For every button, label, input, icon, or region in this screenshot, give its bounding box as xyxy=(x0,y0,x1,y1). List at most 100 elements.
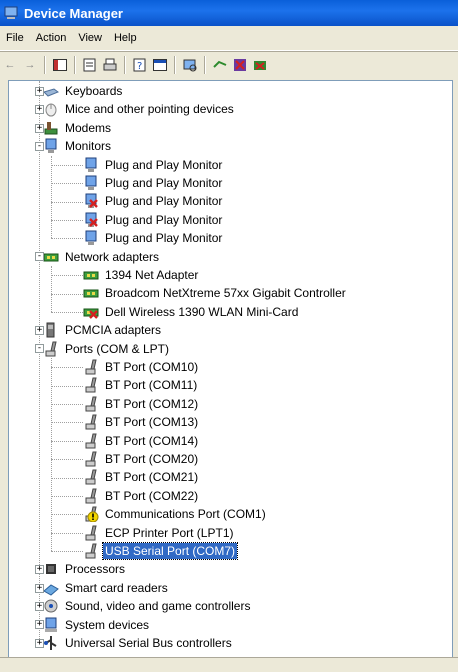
tree-item-pcmcia-adapters[interactable]: PCMCIA adapters xyxy=(43,321,163,339)
menu-file[interactable]: File xyxy=(0,32,30,44)
port-icon xyxy=(83,525,99,541)
tree-connector xyxy=(51,220,83,221)
tree-item-label: BT Port (COM11) xyxy=(105,378,198,393)
print-icon[interactable] xyxy=(102,57,118,73)
tree-item-modems[interactable]: Modems xyxy=(43,119,113,137)
tree-item-label: PCMCIA adapters xyxy=(65,323,162,338)
tree-item-plug-and-play-monitor[interactable]: Plug and Play Monitor xyxy=(83,211,224,229)
tree-item-keyboards[interactable]: Keyboards xyxy=(43,82,124,100)
expand-icon[interactable]: + xyxy=(35,638,44,648)
tree-item-bt-port-com10[interactable]: BT Port (COM10) xyxy=(83,358,200,376)
tree-connector xyxy=(51,183,83,185)
tree-item-1394-net-adapter[interactable]: 1394 Net Adapter xyxy=(83,266,200,284)
port-icon xyxy=(83,377,99,393)
tree-item-bt-port-com12[interactable]: BT Port (COM12) xyxy=(83,395,200,413)
tree-item-smart-card-readers[interactable]: Smart card readers xyxy=(43,579,170,597)
toolbar: ← → ? xyxy=(0,52,458,78)
title-bar[interactable]: Device Manager xyxy=(0,0,458,26)
tree-item-ports-com-lpt[interactable]: Ports (COM & LPT) xyxy=(43,340,171,358)
forward-arrow-icon[interactable]: → xyxy=(22,57,38,73)
tree-item-label: Network adapters xyxy=(65,249,160,264)
tree-item-label: Sound, video and game controllers xyxy=(65,599,251,614)
update-driver-icon[interactable] xyxy=(212,57,228,73)
back-arrow-icon[interactable]: ← xyxy=(2,57,18,73)
expand-icon[interactable]: + xyxy=(35,325,44,335)
expand-icon[interactable]: + xyxy=(35,123,44,133)
tree-item-plug-and-play-monitor[interactable]: Plug and Play Monitor xyxy=(83,229,224,247)
tree-item-usb-serial-port-com7[interactable]: USB Serial Port (COM7) xyxy=(83,542,239,560)
collapse-icon[interactable]: - xyxy=(35,141,44,151)
scan-hardware-icon[interactable] xyxy=(182,57,198,73)
tree-item-network-adapters[interactable]: Network adapters xyxy=(43,248,161,266)
network-card-icon xyxy=(83,285,99,301)
tree-item-dell-wireless-1390-wlan-mini-card[interactable]: Dell Wireless 1390 WLAN Mini-Card xyxy=(83,303,300,321)
tree-item-bt-port-com22[interactable]: BT Port (COM22) xyxy=(83,487,200,505)
expand-icon[interactable]: + xyxy=(35,601,44,611)
menu-help[interactable]: Help xyxy=(108,32,143,44)
tree-item-plug-and-play-monitor[interactable]: Plug and Play Monitor xyxy=(83,156,224,174)
tree-item-processors[interactable]: Processors xyxy=(43,560,127,578)
tree-item-mice-and-other-pointing-devices[interactable]: Mice and other pointing devices xyxy=(43,100,236,118)
tree-item-bt-port-com11[interactable]: BT Port (COM11) xyxy=(83,376,199,394)
tree-connector xyxy=(51,367,83,369)
tree-item-monitors[interactable]: Monitors xyxy=(43,137,113,155)
tree-item-label: BT Port (COM13) xyxy=(105,415,199,430)
menu-view[interactable]: View xyxy=(72,32,108,44)
properties-icon[interactable] xyxy=(82,57,98,73)
tree-item-plug-and-play-monitor[interactable]: Plug and Play Monitor xyxy=(83,192,224,210)
tree-connector xyxy=(51,404,83,405)
tree-item-communications-port-com1[interactable]: Communications Port (COM1) xyxy=(83,505,268,523)
tree-item-bt-port-com21[interactable]: BT Port (COM21) xyxy=(83,468,200,486)
device-tree[interactable]: Keyboards + Mice and other pointing device… xyxy=(8,80,453,658)
tree-connector xyxy=(51,422,83,424)
menu-bar: File Action View Help xyxy=(0,26,458,51)
toolbar-separator xyxy=(74,56,76,74)
tree-item-system-devices[interactable]: System devices xyxy=(43,616,151,634)
tree-item-label: ECP Printer Port (LPT1) xyxy=(105,525,234,540)
tree-connector xyxy=(51,459,83,461)
tree-item-bt-port-com14[interactable]: BT Port (COM14) xyxy=(83,432,200,450)
console-tree-icon[interactable] xyxy=(152,57,168,73)
port-icon xyxy=(83,433,99,449)
tree-item-bt-port-com20[interactable]: BT Port (COM20) xyxy=(83,450,200,468)
tree-item-label: System devices xyxy=(65,617,150,632)
tree-item-ecp-printer-port-lpt1[interactable]: ECP Printer Port (LPT1) xyxy=(83,524,235,542)
tree-connector xyxy=(51,385,83,387)
tree-item-universal-serial-bus-controllers[interactable]: Universal Serial Bus controllers xyxy=(43,634,234,652)
tree-item-label: BT Port (COM21) xyxy=(105,470,199,485)
tree-item-label: Smart card readers xyxy=(65,580,168,595)
tree-item-label: Universal Serial Bus controllers xyxy=(65,636,232,650)
tree-item-label: Plug and Play Monitor xyxy=(105,212,223,227)
tree-item-label: Keyboards xyxy=(65,84,123,98)
expand-icon[interactable]: + xyxy=(35,105,44,115)
tree-item-label: Plug and Play Monitor xyxy=(105,176,223,190)
pcmcia-icon xyxy=(43,322,59,338)
tree-item-sound-video-and-game-controllers[interactable]: Sound, video and game controllers xyxy=(43,597,252,615)
collapse-icon[interactable]: - xyxy=(35,252,44,262)
tree-connector xyxy=(51,312,83,313)
expand-icon[interactable]: + xyxy=(35,565,44,575)
tree-connector xyxy=(51,266,52,312)
uninstall-icon[interactable] xyxy=(232,57,248,73)
tree-item-label: 1394 Net Adapter xyxy=(105,268,199,282)
tree-item-bt-port-com13[interactable]: BT Port (COM13) xyxy=(83,413,200,431)
tree-item-plug-and-play-monitor[interactable]: Plug and Play Monitor xyxy=(83,174,224,192)
usb-icon xyxy=(43,635,59,651)
expand-icon[interactable]: + xyxy=(35,620,44,630)
help-icon[interactable]: ? xyxy=(132,57,148,73)
port-icon xyxy=(83,543,99,559)
tree-item-broadcom-netxtreme-57xx-gigabit-controller[interactable]: Broadcom NetXtreme 57xx Gigabit Controll… xyxy=(83,284,348,302)
monitor-icon xyxy=(43,138,59,154)
expand-icon[interactable]: + xyxy=(35,583,44,593)
tree-item-label: Mice and other pointing devices xyxy=(65,102,234,117)
tree-connector xyxy=(51,551,83,553)
disable-icon[interactable] xyxy=(252,57,268,73)
menu-action[interactable]: Action xyxy=(30,32,73,44)
tree-item-label: Processors xyxy=(65,562,126,577)
tree-item-label: Communications Port (COM1) xyxy=(105,507,266,522)
collapse-icon[interactable]: - xyxy=(35,344,44,354)
show-hide-tree-icon[interactable] xyxy=(52,57,68,73)
tree-item-label: Modems xyxy=(65,120,112,135)
port-icon xyxy=(83,359,99,375)
expand-icon[interactable]: + xyxy=(35,86,44,96)
